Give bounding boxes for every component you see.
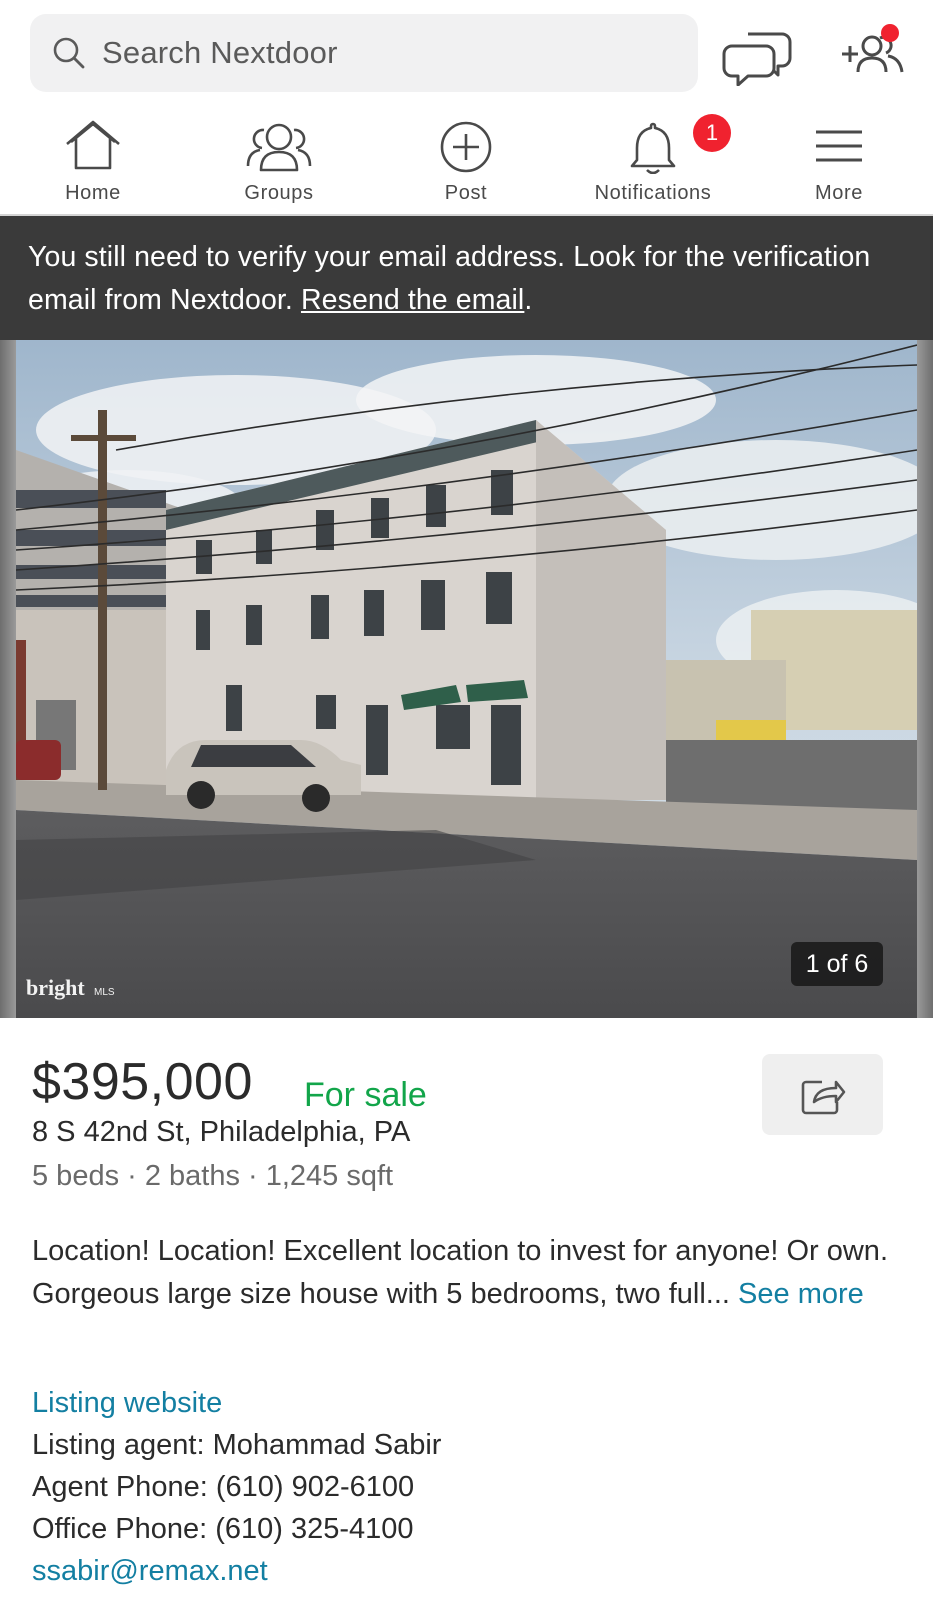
messages-button[interactable] — [722, 22, 792, 87]
resend-email-link[interactable]: Resend the email — [301, 284, 524, 316]
photo-carousel[interactable]: bright MLS 1 of 6 — [0, 340, 933, 1018]
new-activity-dot — [881, 24, 899, 42]
banner-trailing: . — [524, 284, 533, 316]
listing-status: For sale — [304, 1076, 427, 1114]
nav-post[interactable]: Post — [376, 106, 556, 216]
photo-counter: 1 of 6 — [791, 942, 883, 986]
nav-label-more: More — [815, 182, 863, 204]
main-nav: Home Groups Post Notifications More — [0, 106, 933, 216]
listing-specs: 5 beds · 2 baths · 1,245 sqft — [32, 1160, 394, 1192]
bell-icon — [630, 122, 676, 174]
nav-groups[interactable]: Groups — [189, 106, 369, 216]
agent-phone: Agent Phone: (610) 902-6100 — [32, 1471, 415, 1503]
listing-price: $395,000 — [32, 1053, 253, 1111]
listing-address: 8 S 42nd St, Philadelphia, PA — [32, 1116, 411, 1148]
search-icon — [53, 37, 85, 69]
search-placeholder: Search Nextdoor — [102, 35, 338, 70]
see-more-link[interactable]: See more — [738, 1278, 864, 1310]
listing-website-link[interactable]: Listing website — [32, 1387, 222, 1420]
home-icon — [66, 120, 120, 170]
listing-details: $395,000 For sale 8 S 42nd St, Philadelp… — [0, 1018, 933, 1600]
listing-description: Location! Location! Excellent location t… — [32, 1230, 912, 1316]
nav-label-home: Home — [65, 182, 121, 204]
nav-label-groups: Groups — [244, 182, 314, 204]
svg-text:MLS: MLS — [94, 987, 115, 998]
share-button[interactable] — [762, 1054, 883, 1135]
nav-more[interactable]: More — [749, 106, 929, 216]
plus-circle-icon — [440, 121, 492, 173]
top-bar: Search Nextdoor — [0, 0, 933, 106]
groups-icon — [246, 123, 312, 172]
search-bar[interactable]: Search Nextdoor — [30, 14, 698, 92]
listing-agent: Listing agent: Mohammad Sabir — [32, 1429, 442, 1461]
nav-label-notifications: Notifications — [594, 182, 712, 204]
nav-home[interactable]: Home — [3, 106, 183, 216]
bright-mls-watermark: bright — [26, 975, 85, 1000]
agent-email-link[interactable]: ssabir@remax.net — [32, 1555, 268, 1588]
nav-label-post: Post — [444, 182, 488, 204]
chat-bubbles-icon — [722, 32, 792, 87]
listing-photo[interactable]: bright MLS — [16, 340, 917, 1018]
notification-badge: 1 — [693, 114, 731, 152]
office-phone: Office Phone: (610) 325-4100 — [32, 1513, 414, 1545]
share-icon — [801, 1080, 845, 1114]
verify-email-banner: You still need to verify your email addr… — [0, 216, 933, 340]
hamburger-icon — [816, 130, 862, 162]
